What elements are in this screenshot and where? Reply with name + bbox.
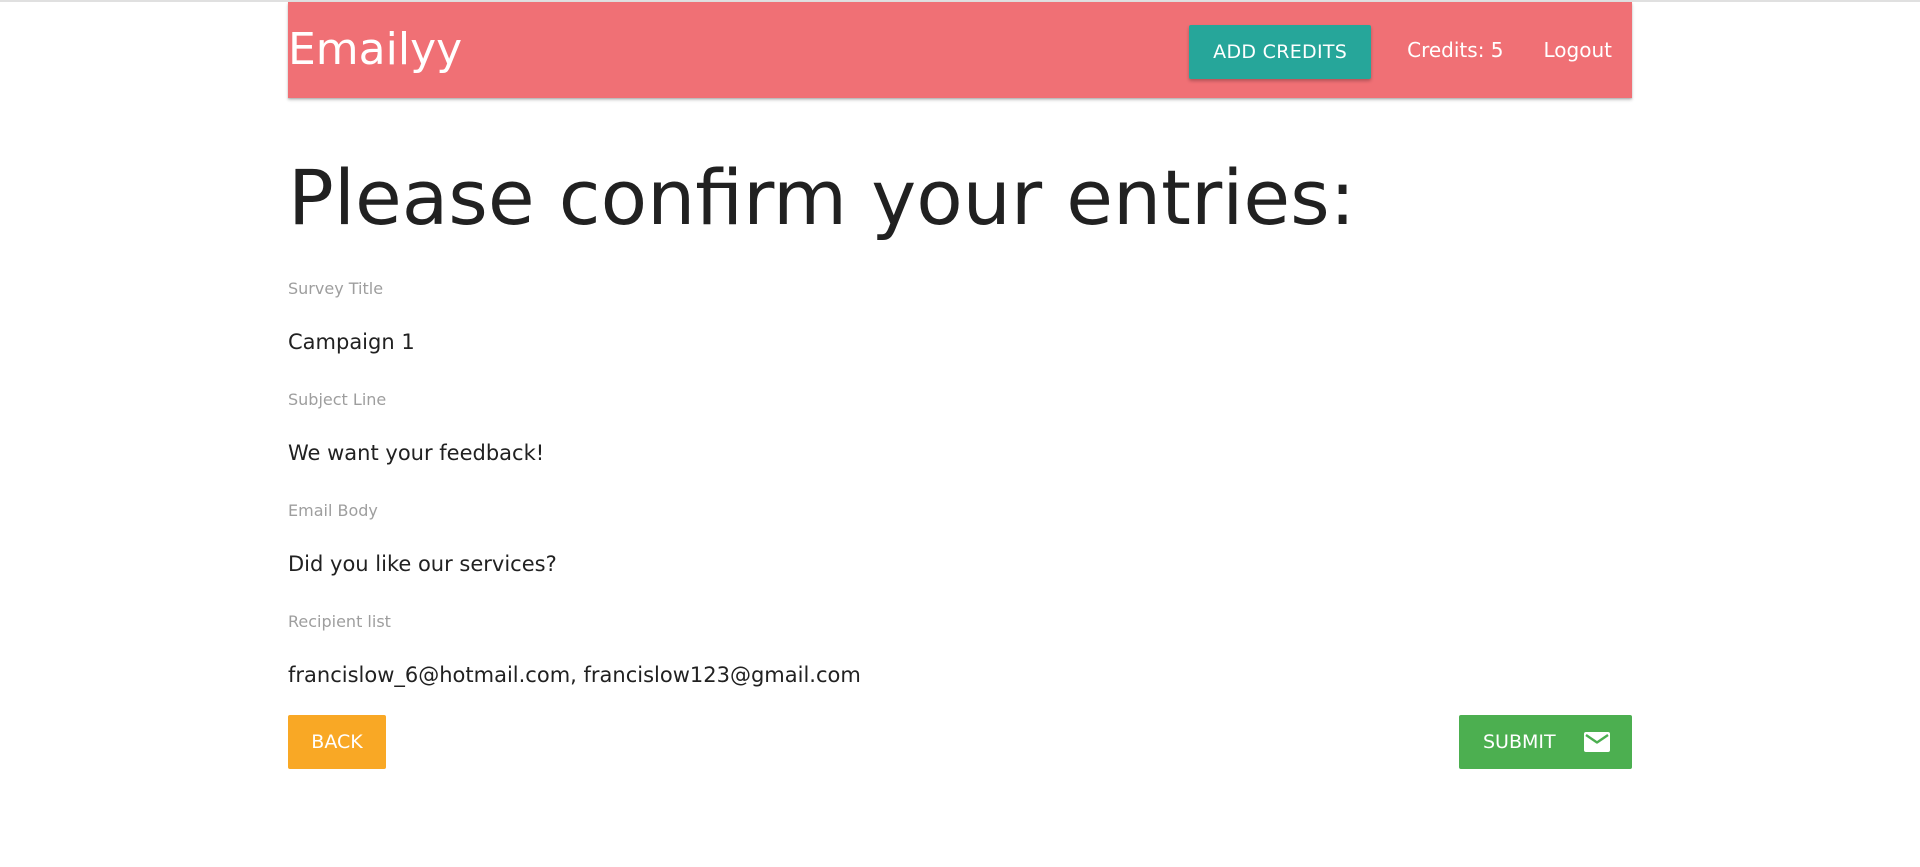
survey-title-value: Campaign 1	[288, 330, 415, 354]
add-credits-button[interactable]: ADD CREDITS	[1189, 25, 1372, 79]
email-body-value: Did you like our services?	[288, 552, 557, 576]
subject-line-value: We want your feedback!	[288, 441, 545, 465]
back-button-label: BACK	[311, 731, 363, 753]
back-button[interactable]: BACK	[288, 715, 386, 769]
credits-count: Credits: 5	[1407, 38, 1504, 62]
navbar-right: ADD CREDITS Credits: 5 Logout	[1189, 2, 1632, 98]
subject-line-label: Subject Line	[288, 390, 387, 409]
brand-logo-link[interactable]: Emailyy	[288, 22, 462, 78]
recipient-list-value: francislow_6@hotmail.com, francislow123@…	[288, 663, 861, 687]
submit-button-label: SUBMIT	[1483, 731, 1556, 753]
navbar: Emailyy ADD CREDITS Credits: 5 Logout	[288, 2, 1632, 98]
survey-title-label: Survey Title	[288, 279, 384, 298]
mail-icon	[1584, 732, 1610, 752]
email-body-label: Email Body	[288, 501, 378, 520]
page-title: Please confirm your entries:	[288, 153, 1356, 242]
submit-button[interactable]: SUBMIT	[1459, 715, 1632, 769]
logout-link[interactable]: Logout	[1524, 2, 1632, 98]
recipient-list-label: Recipient list	[288, 612, 391, 631]
page-container: Emailyy ADD CREDITS Credits: 5 Logout Pl…	[288, 2, 1632, 769]
